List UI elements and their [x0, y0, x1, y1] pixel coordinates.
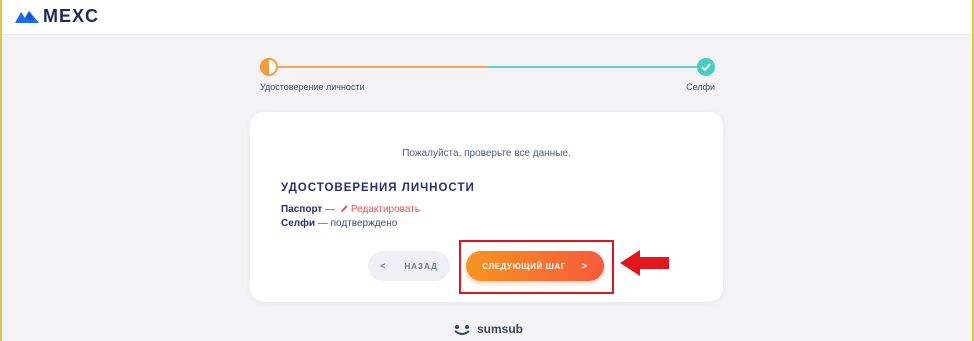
step-2-check-icon[interactable] [697, 58, 715, 76]
step-1-half-circle-icon[interactable] [260, 58, 278, 76]
step-1-label: Удостоверение личности [260, 82, 365, 92]
back-button[interactable]: < НАЗАД [368, 251, 450, 281]
sumsub-logo-icon [454, 324, 470, 335]
left-arrow-icon [620, 250, 669, 276]
selfie-label: Селфи [281, 218, 316, 229]
passport-label: Паспорт [281, 204, 323, 215]
mexc-mountain-icon [15, 10, 39, 23]
section-heading: УДОСТОВЕРЕНИЯ ЛИЧНОСТИ [281, 182, 475, 194]
chevron-left-icon: < [380, 261, 387, 271]
pencil-icon [340, 205, 348, 213]
step-complete-line [488, 66, 698, 68]
verification-stepper: Удостоверение личности Селфи [260, 58, 715, 98]
highlight-box [459, 240, 614, 294]
review-hint: Пожалуйста, проверьте все данные. [402, 148, 571, 159]
edit-link-text: Редактировать [350, 204, 420, 215]
passport-row: Паспорт — Редактировать [281, 204, 420, 215]
back-button-label: НАЗАД [404, 261, 438, 271]
step-2-label: Селфи [686, 82, 715, 92]
edit-passport-link[interactable]: Редактировать [338, 204, 420, 215]
sumsub-text: sumsub [477, 322, 524, 336]
selfie-row: Селфи — подтверждено [281, 218, 397, 229]
selfie-separator: — [315, 218, 331, 229]
selfie-status: подтверждено [330, 218, 398, 229]
step-progress-line [276, 66, 488, 68]
logo-text: MEXC [43, 6, 100, 26]
mexc-logo[interactable]: MEXC [15, 6, 99, 27]
passport-separator: — [322, 204, 338, 215]
top-bar: MEXC [2, 0, 972, 35]
sumsub-brand: sumsub [452, 322, 523, 336]
